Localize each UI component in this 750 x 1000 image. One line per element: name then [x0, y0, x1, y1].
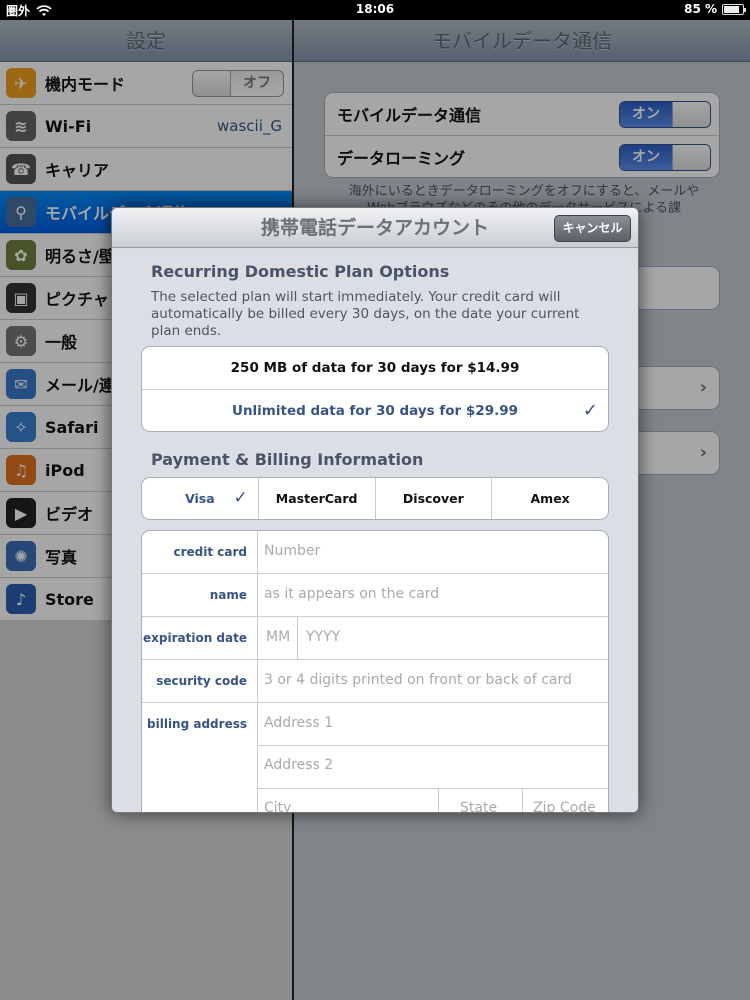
data-account-modal: 携帯電話データアカウント キャンセル Recurring Domestic Pl…	[111, 207, 639, 813]
security-code-input[interactable]: 3 or 4 digits printed on front or back o…	[264, 672, 572, 688]
plans-title: Recurring Domestic Plan Options	[151, 262, 450, 281]
city-input[interactable]: City	[264, 800, 291, 812]
card-type-amex[interactable]: Amex	[491, 478, 608, 519]
status-time: 18:06	[355, 2, 395, 16]
plan-label: 250 MB of data for 30 days for $14.99	[230, 360, 520, 376]
billing-form: credit card Number name as it appears on…	[141, 530, 609, 812]
battery-icon	[722, 3, 746, 15]
credit-card-label: credit card	[173, 545, 247, 559]
plan-label: Unlimited data for 30 days for $29.99	[231, 403, 519, 419]
card-type-mastercard[interactable]: MasterCard	[257, 478, 375, 519]
plan-option-unlimited[interactable]: Unlimited data for 30 days for $29.99 ✓	[142, 389, 608, 431]
credit-card-input[interactable]: Number	[264, 543, 320, 559]
card-label: Discover	[402, 491, 464, 506]
checkmark-icon: ✓	[233, 488, 248, 508]
cancel-button[interactable]: キャンセル	[554, 215, 631, 242]
field-separator	[257, 788, 608, 789]
state-input[interactable]: State	[460, 800, 497, 812]
battery-group: 85 %	[684, 2, 746, 16]
plan-options: 250 MB of data for 30 days for $14.99 Un…	[141, 346, 609, 432]
field-separator	[522, 789, 523, 812]
battery-percent: 85 %	[684, 2, 717, 16]
field-separator	[257, 745, 608, 746]
payment-title: Payment & Billing Information	[151, 450, 424, 469]
field-separator	[438, 789, 439, 812]
field-separator	[257, 531, 258, 573]
address2-input[interactable]: Address 2	[264, 757, 333, 773]
field-separator	[257, 574, 258, 616]
plans-description: The selected plan will start immediately…	[151, 289, 580, 339]
field-separator	[297, 617, 298, 659]
name-input[interactable]: as it appears on the card	[264, 586, 439, 602]
modal-header: 携帯電話データアカウント キャンセル	[112, 208, 638, 248]
expiration-label: expiration date	[143, 631, 247, 645]
address1-input[interactable]: Address 1	[264, 715, 333, 731]
billing-address-row: billing address Address 1 Address 2 City…	[142, 703, 608, 812]
card-label: MasterCard	[275, 491, 358, 506]
exp-month-input[interactable]: MM	[266, 629, 290, 645]
card-type-visa[interactable]: Visa ✓	[142, 478, 258, 519]
expiration-row: expiration date MM YYYY	[142, 617, 608, 660]
billing-address-label: billing address	[147, 717, 247, 731]
field-separator	[257, 617, 258, 659]
modal-content[interactable]: Recurring Domestic Plan Options The sele…	[112, 249, 638, 812]
checkmark-icon: ✓	[582, 400, 598, 421]
plan-option-250mb[interactable]: 250 MB of data for 30 days for $14.99	[142, 347, 608, 389]
security-code-label: security code	[156, 674, 247, 688]
zip-input[interactable]: Zip Code	[533, 800, 596, 812]
modal-title: 携帯電話データアカウント	[260, 217, 489, 239]
field-separator	[257, 660, 258, 702]
name-label: name	[209, 588, 247, 602]
credit-card-row: credit card Number	[142, 531, 608, 574]
card-type-discover[interactable]: Discover	[374, 478, 492, 519]
field-separator	[257, 703, 258, 812]
exp-year-input[interactable]: YYYY	[306, 629, 340, 645]
security-code-row: security code 3 or 4 digits printed on f…	[142, 660, 608, 703]
battery-fill	[724, 5, 740, 13]
card-label: Amex	[530, 491, 570, 506]
card-type-selector: Visa ✓ MasterCard Discover Amex	[141, 477, 609, 520]
card-label: Visa	[185, 491, 215, 506]
name-row: name as it appears on the card	[142, 574, 608, 617]
status-bar: 圏外 18:06 85 %	[0, 0, 750, 20]
